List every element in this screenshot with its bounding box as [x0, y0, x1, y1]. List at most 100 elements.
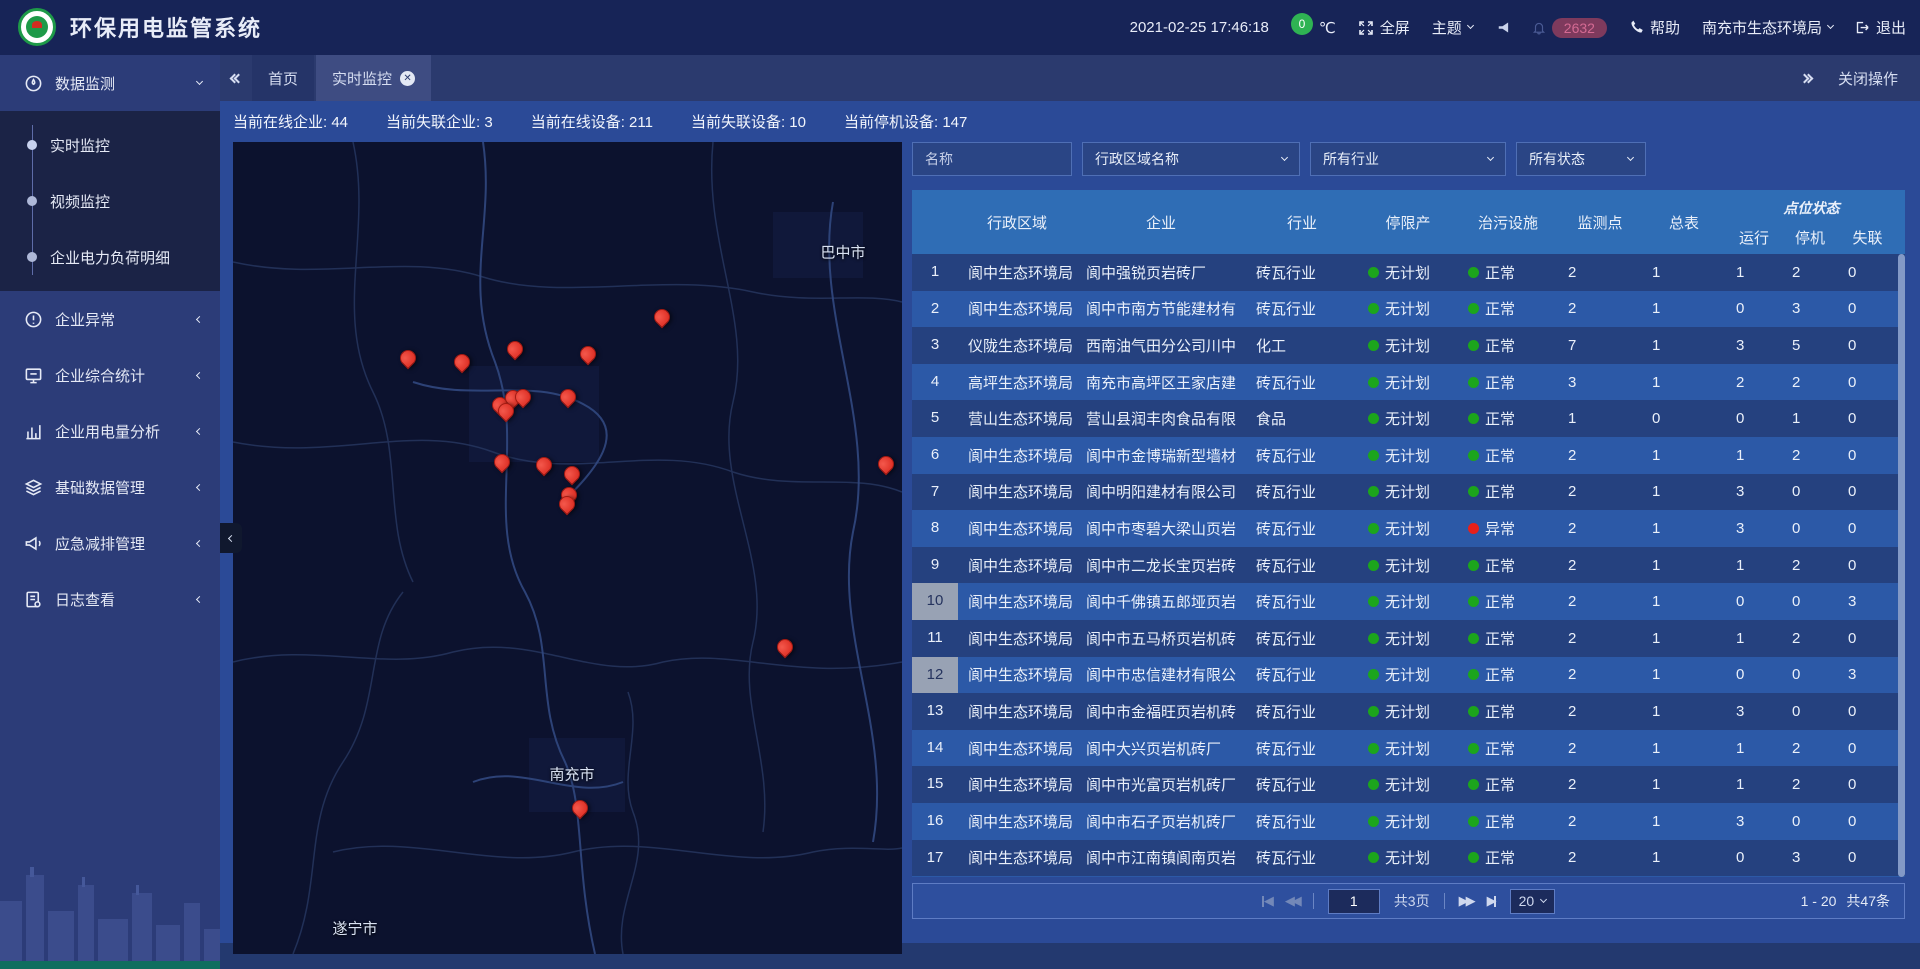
cell-c-facility: 异常: [1458, 518, 1558, 539]
sidebar-item-企业用电量分析[interactable]: 企业用电量分析: [0, 403, 220, 459]
page-number-input[interactable]: [1328, 889, 1380, 914]
status-dot-red: [1468, 523, 1479, 534]
cell-c-limit: 无计划: [1358, 628, 1458, 649]
cell-c-industry: 食品: [1246, 408, 1358, 429]
cell-c-meter: 1: [1642, 703, 1726, 720]
name-search-field[interactable]: [912, 142, 1072, 176]
table-row[interactable]: 2阆中生态环境局阆中市南方节能建材有砖瓦行业无计划正常21030: [912, 291, 1905, 328]
menu-group-1: 企业异常: [0, 291, 220, 347]
tab-首页[interactable]: 首页: [252, 55, 314, 101]
table-row[interactable]: 3仪陇生态环境局西南油气田分公司川中化工无计划正常71350: [912, 327, 1905, 364]
bar-chart-icon: [24, 422, 43, 441]
last-page-button[interactable]: ▶: [1487, 893, 1496, 909]
table-row[interactable]: 5营山生态环境局营山县润丰肉食品有限食品无计划正常10010: [912, 400, 1905, 437]
sidebar-item-基础数据管理[interactable]: 基础数据管理: [0, 459, 220, 515]
table-row[interactable]: 7阆中生态环境局阆中明阳建材有限公司砖瓦行业无计划正常21300: [912, 474, 1905, 511]
city-skyline-decoration: [0, 841, 220, 961]
sidebar-subitem-实时监控[interactable]: 实时监控: [0, 117, 220, 173]
status-text: 无计划: [1385, 335, 1430, 356]
col-facility: 治污设施: [1458, 190, 1558, 254]
table-row[interactable]: 14阆中生态环境局阆中大兴页岩机砖厂砖瓦行业无计划正常21120: [912, 730, 1905, 767]
help-button[interactable]: 帮助: [1629, 17, 1680, 38]
temperature-widget: 0 ℃: [1291, 19, 1336, 37]
cell-c-limit: 无计划: [1358, 847, 1458, 868]
cell-c-stop: 1: [1782, 410, 1838, 427]
status-text: 正常: [1485, 408, 1515, 429]
cell-c-meter: 1: [1642, 447, 1726, 464]
table-row[interactable]: 11阆中生态环境局阆中市五马桥页岩机砖砖瓦行业无计划正常21120: [912, 620, 1905, 657]
cell-c-facility: 正常: [1458, 628, 1558, 649]
cell-c-points: 2: [1558, 264, 1642, 281]
stat-item: 当前停机设备: 147: [844, 111, 967, 132]
table-row[interactable]: 13阆中生态环境局阆中市金福旺页岩机砖砖瓦行业无计划正常21300: [912, 693, 1905, 730]
status-text: 无计划: [1385, 591, 1430, 612]
fullscreen-button[interactable]: 全屏: [1358, 17, 1410, 38]
map-panel[interactable]: 巴中市南充市遂宁市: [233, 142, 902, 954]
table-row[interactable]: 15阆中生态环境局阆中市光富页岩机砖厂砖瓦行业无计划正常21120: [912, 766, 1905, 803]
tab-实时监控[interactable]: 实时监控✕: [316, 55, 431, 101]
status-text: 无计划: [1385, 701, 1430, 722]
table-row[interactable]: 17阆中生态环境局阆中市江南镇阆南页岩砖瓦行业无计划正常21030: [912, 840, 1905, 877]
status-text: 无计划: [1385, 555, 1430, 576]
table-row[interactable]: 9阆中生态环境局阆中市二龙长宝页岩砖砖瓦行业无计划正常21120: [912, 547, 1905, 584]
cell-c-facility: 正常: [1458, 262, 1558, 283]
tab-bar: 首页实时监控✕ 关闭操作: [220, 55, 1920, 101]
cell-c-industry: 砖瓦行业: [1246, 774, 1358, 795]
sidebar-item-企业综合统计[interactable]: 企业综合统计: [0, 347, 220, 403]
sidebar-subitem-视频监控[interactable]: 视频监控: [0, 173, 220, 229]
table-row[interactable]: 4高坪生态环境局南充市高坪区王家店建砖瓦行业无计划正常31220: [912, 364, 1905, 401]
chevron-left-icon: [196, 483, 203, 490]
close-operations-menu[interactable]: 关闭操作: [1838, 68, 1898, 89]
status-text: 正常: [1485, 811, 1515, 832]
sidebar-collapse-toggle[interactable]: [220, 523, 242, 553]
table-row[interactable]: 8阆中生态环境局阆中市枣碧大梁山页岩砖瓦行业无计划异常21300: [912, 510, 1905, 547]
table-row[interactable]: 12阆中生态环境局阆中市忠信建材有限公砖瓦行业无计划正常21003: [912, 657, 1905, 694]
next-page-button[interactable]: ▶▶: [1459, 893, 1473, 909]
cell-c-run: 3: [1726, 813, 1782, 830]
prev-page-button[interactable]: ◀◀: [1285, 893, 1299, 909]
tabs-scroll-left-button[interactable]: [234, 75, 242, 82]
temperature-unit: ℃: [1319, 19, 1336, 37]
first-page-button[interactable]: ◀: [1262, 893, 1271, 909]
cell-c-lost: 0: [1838, 374, 1897, 391]
table-row[interactable]: 1阆中生态环境局阆中强锐页岩砖厂砖瓦行业无计划正常21120: [912, 254, 1905, 291]
table-row[interactable]: 18南部生态环境局南部县砂华水泥有限公建材化工无计划正常60060: [912, 876, 1905, 877]
cell-c-limit: 无计划: [1358, 372, 1458, 393]
map-city-label-南充市: 南充市: [549, 764, 594, 785]
cell-c-stop: 2: [1782, 374, 1838, 391]
industry-select[interactable]: 所有行业: [1310, 142, 1506, 176]
cell-c-no: 10: [912, 583, 958, 620]
cell-c-stop: 5: [1782, 337, 1838, 354]
cell-c-company: 阆中市金福旺页岩机砖: [1076, 701, 1246, 722]
sidebar-item-日志查看[interactable]: 日志查看: [0, 571, 220, 627]
sidebar-item-应急减排管理[interactable]: 应急减排管理: [0, 515, 220, 571]
col-region: 行政区域: [958, 190, 1076, 254]
org-dropdown[interactable]: 南充市生态环境局: [1702, 17, 1833, 38]
table-row[interactable]: 6阆中生态环境局阆中市金博瑞新型墙材砖瓦行业无计划正常21120: [912, 437, 1905, 474]
cell-c-company: 阆中市光富页岩机砖厂: [1076, 774, 1246, 795]
sidebar-subitem-企业电力负荷明细[interactable]: 企业电力负荷明细: [0, 229, 220, 285]
col-lost: 失联: [1838, 220, 1897, 254]
region-select[interactable]: 行政区域名称: [1082, 142, 1300, 176]
fullscreen-icon: [1358, 20, 1374, 36]
mute-button[interactable]: [1495, 20, 1510, 35]
status-dot-green: [1368, 816, 1379, 827]
status-select[interactable]: 所有状态: [1516, 142, 1646, 176]
cell-c-lost: 0: [1838, 776, 1897, 793]
chevron-left-icon: [196, 315, 203, 322]
status-dot-green: [1468, 669, 1479, 680]
theme-dropdown[interactable]: 主题: [1432, 17, 1473, 38]
cell-c-limit: 无计划: [1358, 298, 1458, 319]
bell-icon: [1532, 20, 1546, 35]
tab-close-icon[interactable]: ✕: [400, 71, 415, 86]
table-scrollbar[interactable]: [1898, 254, 1905, 877]
sidebar-item-数据监测[interactable]: 数据监测: [0, 55, 220, 111]
name-search-input[interactable]: [925, 151, 1059, 167]
sidebar-item-企业异常[interactable]: 企业异常: [0, 291, 220, 347]
page-size-select[interactable]: 20: [1510, 889, 1556, 914]
table-row[interactable]: 10阆中生态环境局阆中千佛镇五郎垭页岩砖瓦行业无计划正常21003: [912, 583, 1905, 620]
table-row[interactable]: 16阆中生态环境局阆中市石子页岩机砖厂砖瓦行业无计划正常21300: [912, 803, 1905, 840]
logout-button[interactable]: 退出: [1855, 17, 1906, 38]
notifications[interactable]: 2632: [1532, 18, 1607, 38]
tabs-scroll-right-button[interactable]: [1804, 75, 1812, 82]
